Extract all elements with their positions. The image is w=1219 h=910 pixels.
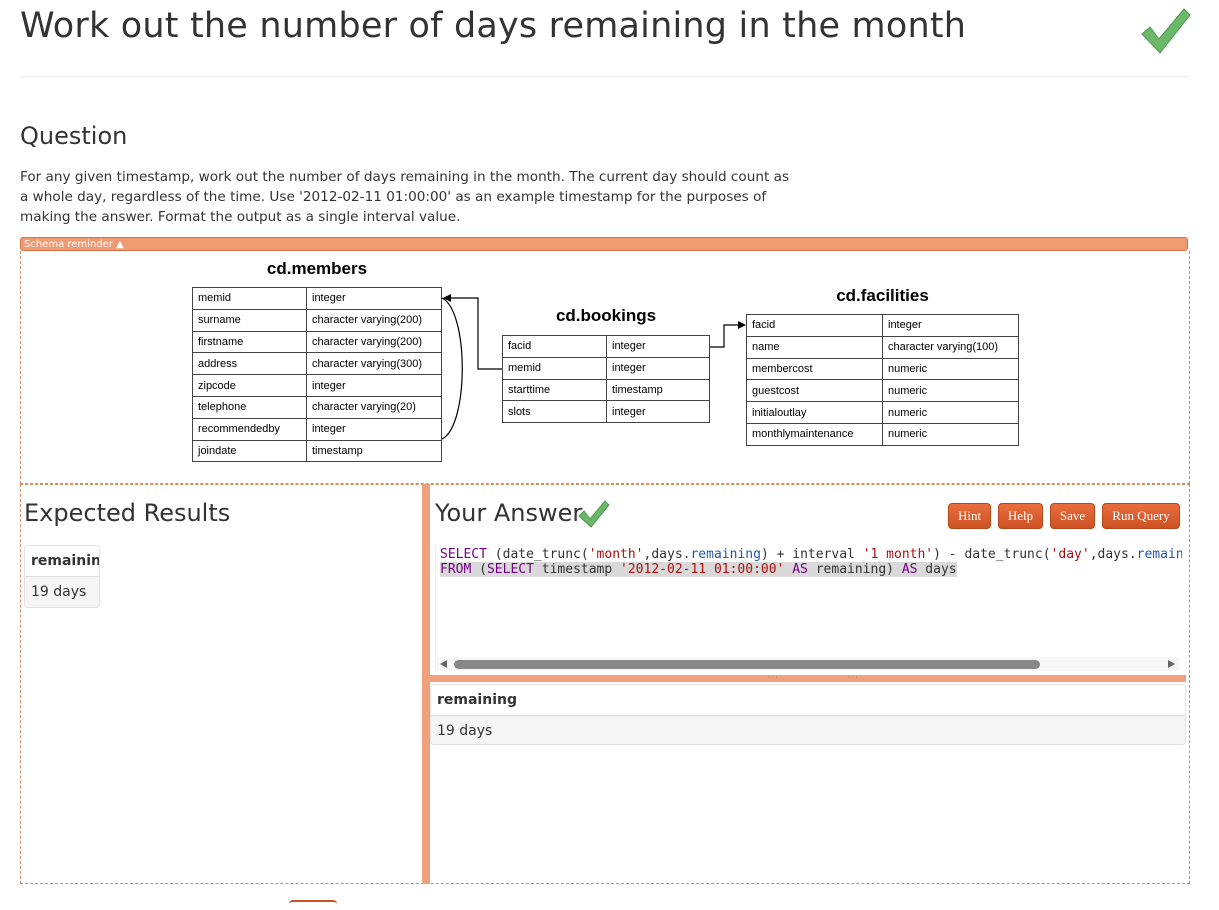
your-answer-heading: Your Answer [435, 499, 583, 527]
question-text: For any given timestamp, work out the nu… [20, 169, 790, 225]
divider [20, 76, 1189, 77]
check-mark-icon [1141, 8, 1191, 54]
run-query-button[interactable]: Run Query [1102, 503, 1180, 529]
horizontal-splitter[interactable] [430, 675, 1186, 682]
expected-value-cell: 19 days [25, 576, 99, 607]
query-output-table: remaining 19 days [430, 684, 1186, 745]
save-button[interactable]: Save [1050, 503, 1095, 529]
code-line-1: SELECT (date_trunc('month',days.remainin… [440, 547, 1182, 562]
splitter-grip-icon: ··· [768, 673, 779, 682]
page-title: Work out the number of days remaining in… [20, 6, 967, 46]
scroll-left-arrow-icon[interactable] [440, 660, 447, 668]
output-value-cell: 19 days [431, 716, 1185, 744]
schema-diagram: cd.members memid integer surname character … [20, 251, 1190, 484]
vertical-splitter[interactable] [422, 484, 430, 884]
expected-column-header: remaining [25, 546, 99, 577]
scrollbar-thumb[interactable] [454, 660, 1040, 669]
code-line-2: FROM (SELECT timestamp '2012-02-11 01:00… [440, 562, 957, 577]
question-heading: Question [20, 122, 128, 150]
help-button[interactable]: Help [998, 503, 1043, 529]
sql-editor[interactable]: SELECT (date_trunc('month',days.remainin… [435, 544, 1182, 672]
expected-results-table: remaining 19 days [24, 545, 100, 608]
bottom-button-edge[interactable] [289, 900, 337, 910]
schema-reminder-toggle[interactable]: Schema reminder ▲ [20, 237, 1188, 251]
editor-horizontal-scrollbar[interactable] [437, 657, 1179, 671]
scroll-right-arrow-icon[interactable] [1168, 660, 1175, 668]
output-column-header: remaining [431, 685, 1185, 716]
hint-button[interactable]: Hint [948, 503, 991, 529]
expected-results-heading: Expected Results [24, 499, 231, 527]
splitter-grip-icon: ··· [848, 673, 859, 682]
relation-lines [441, 294, 746, 440]
answer-correct-icon [578, 500, 610, 528]
